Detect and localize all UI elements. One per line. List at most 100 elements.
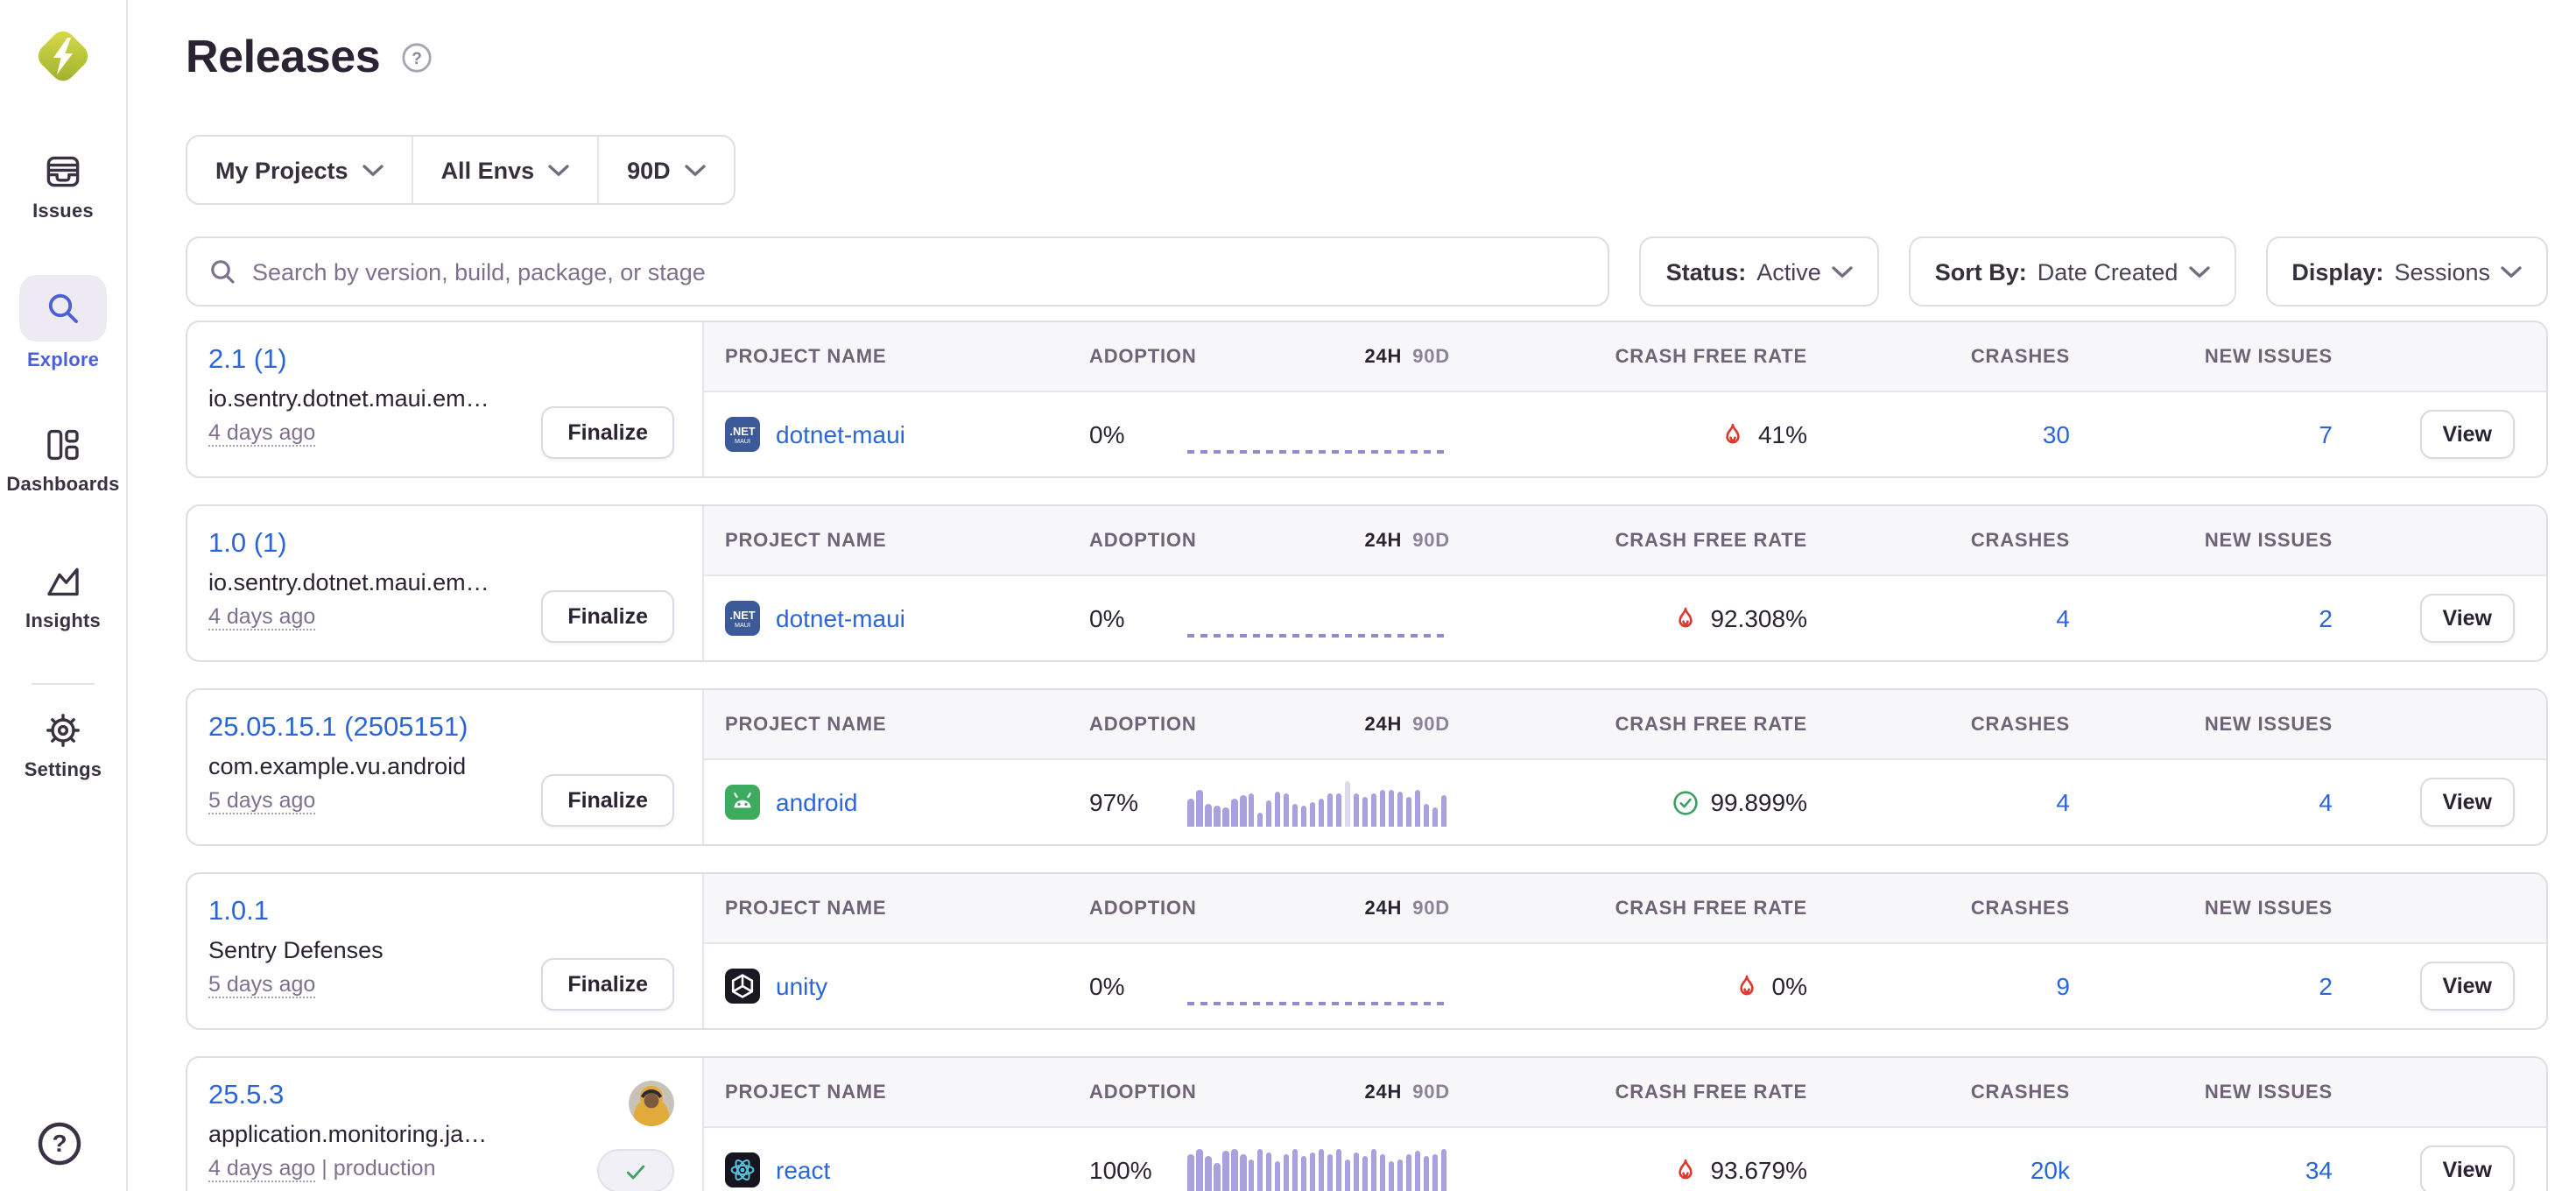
unity-icon: [725, 969, 760, 1004]
sidebar-item-explore[interactable]: Explore: [0, 275, 126, 371]
finalize-button[interactable]: Finalize: [541, 774, 674, 827]
crashes-link[interactable]: 4: [2056, 788, 2070, 816]
table-header: PROJECT NAME ADOPTION 24H90D CRASH FREE …: [704, 874, 2546, 944]
svg-text:.NET: .NET: [729, 609, 755, 622]
project-filter[interactable]: My Projects: [187, 137, 412, 203]
column-24h-90d[interactable]: 24H90D: [1187, 346, 1464, 367]
svg-text:?: ?: [52, 1130, 67, 1157]
column-adoption: ADOPTION: [1089, 714, 1187, 735]
display-dropdown[interactable]: Display: Sessions: [2265, 236, 2548, 307]
page-help-icon[interactable]: ?: [401, 41, 433, 73]
dotnet-maui-icon: .NET MAUI: [725, 417, 760, 452]
chevron-down-icon: [685, 164, 706, 176]
column-crashes: CRASHES: [1807, 898, 2070, 919]
sidebar-item-insights[interactable]: Insights: [0, 560, 126, 632]
project-link[interactable]: dotnet-maui: [776, 604, 905, 632]
release-table: PROJECT NAME ADOPTION 24H90D CRASH FREE …: [702, 874, 2546, 1028]
sentry-logo[interactable]: [30, 23, 96, 89]
new-issues-link[interactable]: 2: [2319, 604, 2333, 632]
svg-text:MAUI: MAUI: [735, 437, 750, 445]
release-info: 1.0 (1) io.sentry.dotnet.maui.em… 4 days…: [187, 506, 702, 660]
column-adoption: ADOPTION: [1089, 530, 1187, 551]
new-issues-link[interactable]: 7: [2319, 420, 2333, 448]
release-timestamp[interactable]: 4 days ago: [208, 420, 489, 445]
view-button[interactable]: View: [2419, 778, 2515, 827]
search-box[interactable]: [186, 236, 1610, 307]
environment-filter[interactable]: All Envs: [412, 137, 598, 203]
sort-by-dropdown[interactable]: Sort By: Date Created: [1909, 236, 2236, 307]
gear-icon: [42, 709, 84, 751]
status-dropdown-value: Active: [1756, 258, 1821, 285]
release-version-link[interactable]: 1.0.1: [208, 897, 269, 928]
column-project-name: PROJECT NAME: [704, 898, 1089, 919]
project-link[interactable]: react: [776, 1156, 830, 1184]
release-version-link[interactable]: 2.1 (1): [208, 345, 287, 377]
crash-free-rate: 0%: [1464, 972, 1807, 1000]
release-timestamp[interactable]: 4 days ago | production: [208, 1156, 487, 1180]
crash-free-rate: 93.679%: [1464, 1156, 1807, 1184]
table-row: react 100% 93.679% 20k 34 View: [704, 1128, 2546, 1191]
sidebar-item-settings[interactable]: Settings: [0, 709, 126, 781]
column-24h-90d[interactable]: 24H90D: [1187, 1082, 1464, 1103]
insights-icon: [42, 560, 84, 603]
project-filter-label: My Projects: [215, 157, 348, 183]
project-link[interactable]: dotnet-maui: [776, 420, 905, 448]
chevron-down-icon: [548, 164, 569, 176]
crash-free-rate: 41%: [1464, 420, 1807, 448]
crash-free-rate: 99.899%: [1464, 788, 1807, 816]
release-version-link[interactable]: 1.0 (1): [208, 529, 287, 560]
display-dropdown-value: Sessions: [2394, 258, 2490, 285]
release-timestamp[interactable]: 4 days ago: [208, 604, 489, 629]
project-link[interactable]: android: [776, 788, 857, 816]
new-issues-link[interactable]: 2: [2319, 972, 2333, 1000]
view-button[interactable]: View: [2419, 594, 2515, 643]
new-issues-link[interactable]: 34: [2305, 1156, 2333, 1184]
crashes-link[interactable]: 4: [2056, 604, 2070, 632]
release-version-link[interactable]: 25.05.15.1 (2505151): [208, 713, 468, 744]
crashes-link[interactable]: 30: [2043, 420, 2070, 448]
new-issues-link[interactable]: 4: [2319, 788, 2333, 816]
adoption-sparkline: [1187, 1145, 1450, 1191]
column-crashes: CRASHES: [1807, 530, 2070, 551]
status-dropdown-label: Status:: [1666, 258, 1747, 285]
finalize-button[interactable]: Finalize: [541, 590, 674, 643]
column-24h-90d[interactable]: 24H90D: [1187, 898, 1464, 919]
column-project-name: PROJECT NAME: [704, 346, 1089, 367]
search-input[interactable]: [252, 258, 1587, 285]
svg-text:MAUI: MAUI: [735, 621, 750, 629]
release-card: 1.0.1 Sentry Defenses 5 days ago Finaliz…: [186, 872, 2548, 1030]
adoption-sparkline: [1187, 594, 1450, 643]
crashes-link[interactable]: 20k: [2031, 1156, 2070, 1184]
help-button[interactable]: ?: [35, 1119, 91, 1175]
release-timestamp[interactable]: 5 days ago: [208, 788, 468, 813]
finalize-button[interactable]: Finalize: [541, 406, 674, 459]
release-package: io.sentry.dotnet.maui.em…: [208, 385, 489, 412]
column-crashes: CRASHES: [1807, 1082, 2070, 1103]
column-24h-90d[interactable]: 24H90D: [1187, 530, 1464, 551]
view-button[interactable]: View: [2419, 410, 2515, 459]
sidebar-item-dashboards[interactable]: Dashboards: [0, 424, 126, 496]
column-24h-90d[interactable]: 24H90D: [1187, 714, 1464, 735]
view-button[interactable]: View: [2419, 962, 2515, 1011]
release-card: 1.0 (1) io.sentry.dotnet.maui.em… 4 days…: [186, 504, 2548, 662]
table-header: PROJECT NAME ADOPTION 24H90D CRASH FREE …: [704, 1058, 2546, 1128]
release-timestamp[interactable]: 5 days ago: [208, 972, 384, 997]
status-dropdown[interactable]: Status: Active: [1640, 236, 1879, 307]
release-list: 2.1 (1) io.sentry.dotnet.maui.em… 4 days…: [186, 321, 2548, 1191]
date-range-filter[interactable]: 90D: [597, 137, 734, 203]
release-table: PROJECT NAME ADOPTION 24H90D CRASH FREE …: [702, 1058, 2546, 1191]
sidebar: Issues Explore Dashboards Insights: [0, 0, 128, 1191]
project-link[interactable]: unity: [776, 972, 827, 1000]
crashes-link[interactable]: 9: [2056, 972, 2070, 1000]
finalized-check-pill: [597, 1149, 674, 1191]
finalize-button[interactable]: Finalize: [541, 958, 674, 1011]
release-version-link[interactable]: 25.5.3: [208, 1081, 284, 1112]
table-header: PROJECT NAME ADOPTION 24H90D CRASH FREE …: [704, 690, 2546, 760]
table-header: PROJECT NAME ADOPTION 24H90D CRASH FREE …: [704, 506, 2546, 576]
column-adoption: ADOPTION: [1089, 898, 1187, 919]
check-circle-icon: [1672, 789, 1698, 815]
sidebar-item-issues[interactable]: Issues: [0, 151, 126, 222]
main-content: Releases ? My Projects All Envs 90D: [128, 0, 2576, 1191]
column-project-name: PROJECT NAME: [704, 530, 1089, 551]
view-button[interactable]: View: [2419, 1145, 2515, 1191]
